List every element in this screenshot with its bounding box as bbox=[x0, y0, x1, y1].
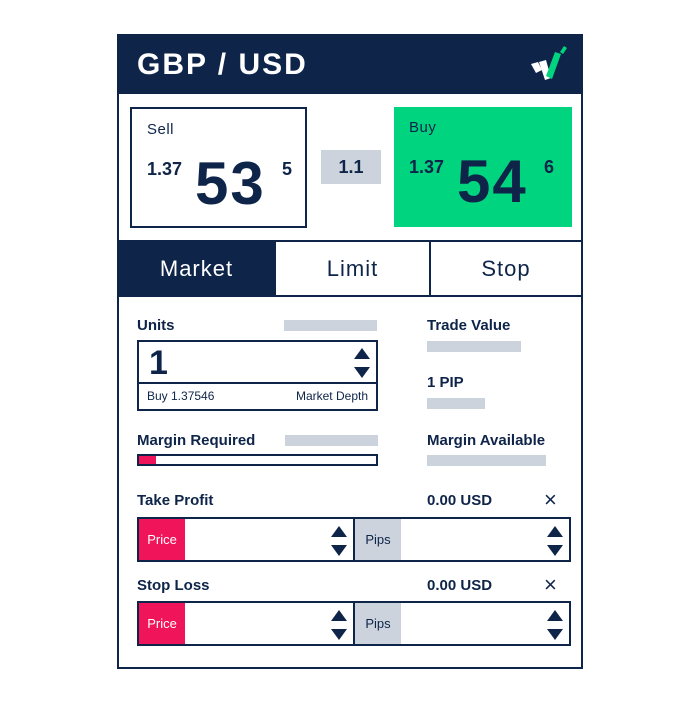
tab-stop[interactable]: Stop bbox=[429, 242, 581, 295]
units-input-field[interactable]: 1 bbox=[139, 342, 376, 384]
pips-tag: Pips bbox=[355, 519, 401, 560]
sell-quote-button[interactable]: Sell 1.37 53 5 bbox=[130, 107, 307, 228]
take-profit-pips-input[interactable]: Pips bbox=[353, 519, 569, 560]
stop-loss-pips-stepper[interactable] bbox=[547, 610, 563, 640]
margin-required-bar bbox=[137, 454, 378, 466]
decrement-arrow-icon[interactable] bbox=[331, 629, 347, 640]
margin-required-fill bbox=[139, 456, 156, 464]
buy-price-pip: 6 bbox=[544, 157, 555, 177]
sell-price-prefix: 1.37 bbox=[147, 159, 183, 179]
price-tag: Price bbox=[139, 519, 185, 560]
market-depth-link[interactable]: Market Depth bbox=[296, 389, 368, 403]
margin-required-label: Margin Required bbox=[137, 432, 256, 449]
stop-loss-amount: 0.00 USD bbox=[427, 577, 493, 594]
stop-loss-close-icon[interactable]: × bbox=[544, 574, 557, 596]
take-profit-close-icon[interactable]: × bbox=[544, 489, 557, 511]
pip-value-placeholder bbox=[427, 398, 485, 409]
instrument-title: GBP / USD bbox=[137, 48, 308, 81]
spread-value: 1.1 bbox=[321, 150, 381, 184]
sell-price-pip: 5 bbox=[282, 159, 293, 179]
increment-arrow-icon[interactable] bbox=[354, 348, 370, 359]
pips-tag: Pips bbox=[355, 603, 401, 644]
buy-price-prefix: 1.37 bbox=[409, 157, 445, 177]
sell-label: Sell bbox=[147, 121, 175, 138]
units-buy-price: Buy 1.37546 bbox=[147, 389, 215, 403]
units-stepper[interactable] bbox=[354, 348, 370, 378]
increment-arrow-icon[interactable] bbox=[331, 610, 347, 621]
buy-label: Buy bbox=[409, 119, 437, 136]
decrement-arrow-icon[interactable] bbox=[547, 629, 563, 640]
take-profit-price-input[interactable]: Price bbox=[139, 519, 353, 560]
decrement-arrow-icon[interactable] bbox=[547, 545, 563, 556]
increment-arrow-icon[interactable] bbox=[547, 610, 563, 621]
ticket-header: GBP / USD bbox=[119, 36, 581, 94]
stop-loss-pips-input[interactable]: Pips bbox=[353, 603, 569, 644]
margin-available-placeholder bbox=[427, 455, 546, 466]
stop-loss-inputs: Price Pips bbox=[137, 601, 571, 646]
units-value: 1 bbox=[149, 344, 168, 382]
units-label: Units bbox=[137, 317, 175, 334]
price-tag: Price bbox=[139, 603, 185, 644]
decrement-arrow-icon[interactable] bbox=[331, 545, 347, 556]
stop-loss-price-input[interactable]: Price bbox=[139, 603, 353, 644]
pip-value-label: 1 PIP bbox=[427, 374, 464, 391]
trade-value-placeholder bbox=[427, 341, 521, 352]
decrement-arrow-icon[interactable] bbox=[354, 367, 370, 378]
tab-limit[interactable]: Limit bbox=[274, 242, 429, 295]
brand-logo-icon bbox=[531, 46, 567, 80]
increment-arrow-icon[interactable] bbox=[331, 526, 347, 537]
stop-loss-label: Stop Loss bbox=[137, 577, 210, 594]
take-profit-inputs: Price Pips bbox=[137, 517, 571, 562]
order-type-tabs: Market Limit Stop bbox=[119, 240, 581, 297]
trade-value-label: Trade Value bbox=[427, 317, 511, 334]
units-value-placeholder bbox=[284, 320, 377, 331]
tab-market[interactable]: Market bbox=[119, 242, 274, 295]
trade-ticket-panel: GBP / USD Sell 1.37 53 5 1.1 Buy 1.37 54… bbox=[117, 34, 583, 669]
margin-available-label: Margin Available bbox=[427, 432, 546, 449]
take-profit-price-stepper[interactable] bbox=[331, 526, 347, 556]
sell-price-big: 53 bbox=[195, 150, 266, 217]
take-profit-label: Take Profit bbox=[137, 492, 214, 509]
margin-required-placeholder bbox=[285, 435, 378, 446]
take-profit-amount: 0.00 USD bbox=[427, 492, 493, 509]
stop-loss-price-stepper[interactable] bbox=[331, 610, 347, 640]
buy-price-big: 54 bbox=[457, 148, 528, 215]
increment-arrow-icon[interactable] bbox=[547, 526, 563, 537]
take-profit-pips-stepper[interactable] bbox=[547, 526, 563, 556]
units-input[interactable]: 1 Buy 1.37546 Market Depth bbox=[137, 340, 378, 411]
buy-quote-button[interactable]: Buy 1.37 54 6 bbox=[394, 107, 572, 227]
